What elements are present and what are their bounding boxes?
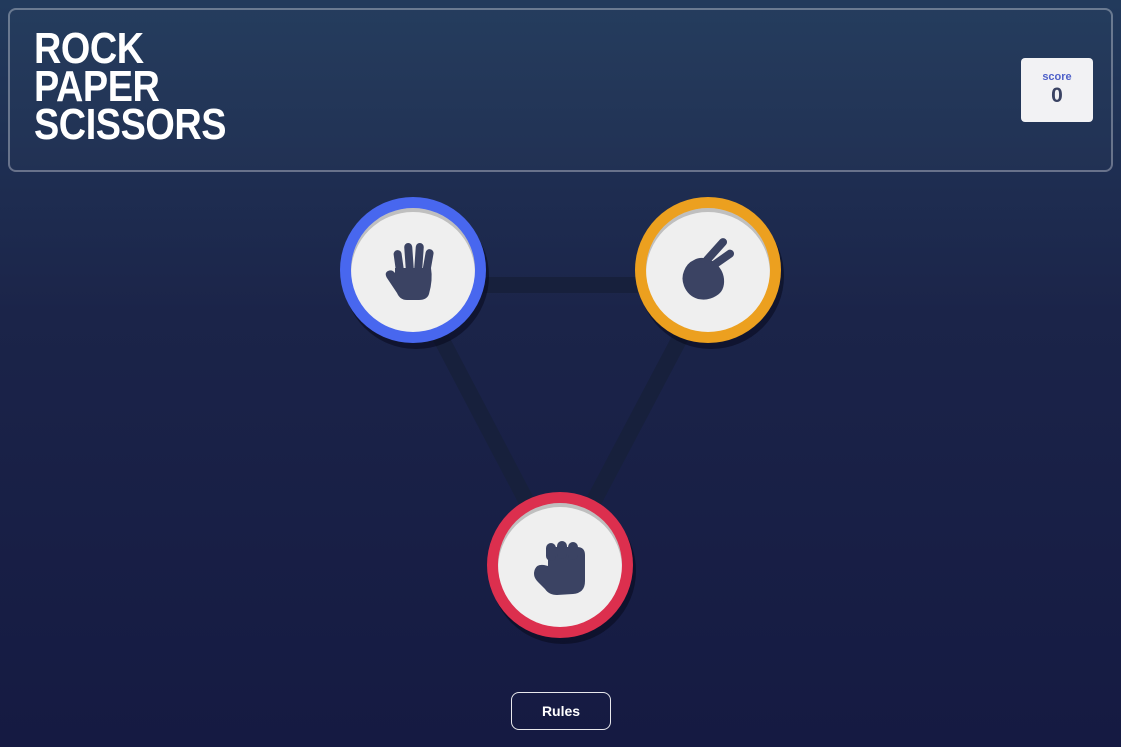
- rules-button[interactable]: Rules: [511, 692, 611, 730]
- score-label: score: [1042, 71, 1072, 83]
- hand-rock-icon: [534, 541, 585, 595]
- rock-choice-button[interactable]: [487, 492, 633, 638]
- title-line-scissors: SCISSORS: [34, 100, 227, 149]
- hand-scissors-icon: [682, 238, 735, 300]
- scissors-token-face: [646, 208, 770, 332]
- rock-token-face: [498, 503, 622, 627]
- hand-paper-icon: [385, 243, 434, 300]
- game-header: ROCK PAPER SCISSORS score 0: [8, 8, 1113, 172]
- score-box: score 0: [1021, 58, 1093, 122]
- game-title: ROCK PAPER SCISSORS: [34, 27, 227, 149]
- scissors-choice-button[interactable]: [635, 197, 781, 343]
- paper-token-face: [351, 208, 475, 332]
- paper-choice-button[interactable]: [340, 197, 486, 343]
- score-value: 0: [1051, 84, 1063, 107]
